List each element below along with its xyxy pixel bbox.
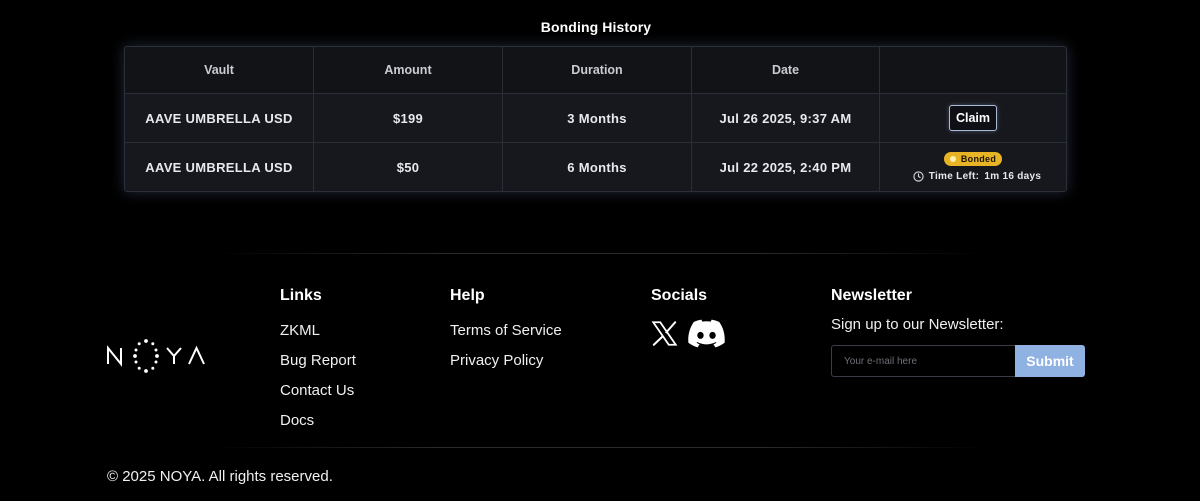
amount-cell: $50 — [314, 143, 503, 191]
table-row: AAVE UMBRELLA USD $199 3 Months Jul 26 2… — [125, 94, 1066, 143]
duration-cell: 6 Months — [503, 143, 692, 191]
bonding-history-title: Bonding History — [540, 19, 652, 35]
vault-cell: AAVE UMBRELLA USD — [125, 143, 314, 191]
footer-links-column: Links ZKML Bug Report Contact Us Docs — [280, 287, 356, 436]
discord-icon[interactable] — [688, 319, 725, 353]
link-docs[interactable]: Docs — [280, 406, 356, 436]
footer-help-column: Help Terms of Service Privacy Policy — [450, 287, 562, 376]
column-header-action — [880, 47, 1066, 93]
vault-cell: AAVE UMBRELLA USD — [125, 94, 314, 142]
link-terms-of-service[interactable]: Terms of Service — [450, 316, 562, 346]
submit-button[interactable]: Submit — [1015, 345, 1085, 377]
newsletter-label: Sign up to our Newsletter: — [831, 316, 1004, 333]
link-bug-report[interactable]: Bug Report — [280, 346, 356, 376]
date-cell: Jul 22 2025, 2:40 PM — [692, 143, 880, 191]
newsletter-heading: Newsletter — [831, 287, 912, 304]
socials-heading: Socials — [651, 287, 708, 304]
action-cell: Claim — [880, 94, 1066, 142]
column-header-date: Date — [692, 47, 880, 93]
bonding-history-table: Vault Amount Duration Date AAVE UMBRELLA… — [124, 46, 1067, 192]
column-header-vault: Vault — [125, 47, 314, 93]
amount-cell: $199 — [314, 94, 503, 142]
noya-logo[interactable] — [107, 338, 207, 376]
claim-button[interactable]: Claim — [948, 105, 998, 131]
footer-divider-top — [210, 253, 990, 254]
link-contact-us[interactable]: Contact Us — [280, 376, 356, 406]
copyright-text: © 2025 NOYA. All rights reserved. — [107, 468, 333, 485]
time-left: Time Left: 1m 16 days — [913, 171, 1042, 182]
clock-icon — [913, 171, 924, 182]
link-privacy-policy[interactable]: Privacy Policy — [450, 346, 562, 376]
duration-cell: 3 Months — [503, 94, 692, 142]
social-icons — [651, 319, 725, 353]
page: Bonding History Vault Amount Duration Da… — [0, 0, 1200, 501]
newsletter-form: Submit — [831, 345, 1085, 377]
date-cell: Jul 26 2025, 9:37 AM — [692, 94, 880, 142]
time-left-value: 1m 16 days — [984, 171, 1042, 182]
status-badge: Bonded — [943, 152, 1003, 166]
column-header-duration: Duration — [503, 47, 692, 93]
column-header-amount: Amount — [314, 47, 503, 93]
status-cell: Bonded Time Left: 1m 16 days — [880, 143, 1066, 191]
footer-divider-bottom — [210, 447, 990, 448]
table-header-row: Vault Amount Duration Date — [125, 47, 1066, 94]
footer-socials-column: Socials — [651, 287, 725, 353]
x-icon[interactable] — [651, 320, 678, 352]
email-input[interactable] — [831, 345, 1015, 377]
links-heading: Links — [280, 287, 322, 304]
footer-newsletter-column: Newsletter Sign up to our Newsletter: Su… — [831, 287, 1085, 377]
status-dot-icon — [949, 156, 956, 162]
link-zkml[interactable]: ZKML — [280, 316, 356, 346]
status-badge-label: Bonded — [960, 154, 997, 164]
time-left-label: Time Left: — [928, 171, 980, 182]
help-heading: Help — [450, 287, 485, 304]
table-row: AAVE UMBRELLA USD $50 6 Months Jul 22 20… — [125, 143, 1066, 191]
